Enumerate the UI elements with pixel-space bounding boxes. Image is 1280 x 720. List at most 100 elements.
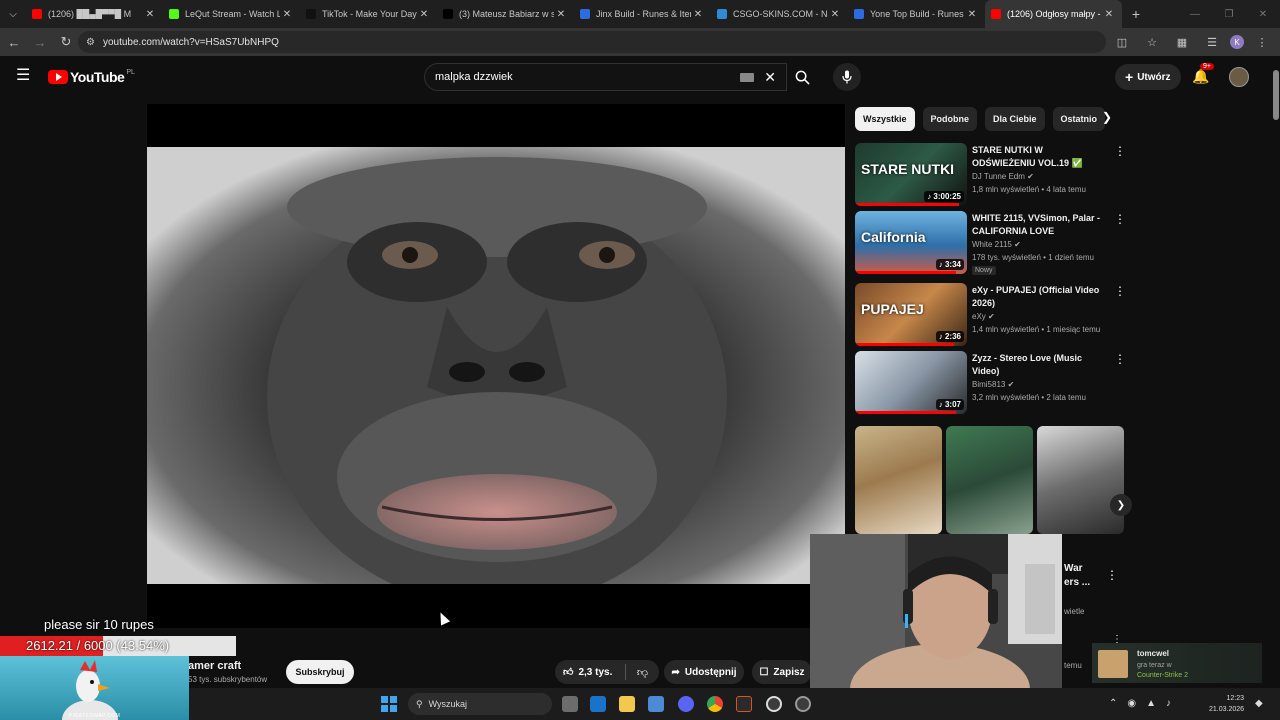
video-player[interactable] [147, 104, 845, 628]
reload-icon[interactable]: ↻ [54, 30, 78, 54]
forward-icon[interactable]: → [28, 30, 52, 54]
like-button[interactable]: 👍︎ 2,3 tys. [555, 666, 625, 679]
more-actions-icon[interactable]: ⋮ [1114, 284, 1126, 298]
menu-icon[interactable]: ☰ [16, 68, 32, 84]
more-actions-icon[interactable]: ⋮ [1106, 568, 1118, 582]
file-explorer-icon[interactable] [619, 696, 635, 712]
tab-close-icon[interactable]: ✕ [1102, 9, 1116, 20]
account-avatar[interactable] [1229, 67, 1249, 87]
recommended-video[interactable]: PUPAJEJ ♪ 2:36 eXy - PUPAJEJ (Official Vid… [855, 283, 1126, 347]
browser-tab[interactable]: (1206) Odgłosy małpy - Y ✕ [985, 0, 1122, 28]
notifications-button[interactable]: 🔔 9+ [1192, 63, 1214, 86]
video-channel[interactable]: DJ Tunne Edm ✔ [972, 172, 1034, 181]
more-actions-icon[interactable]: ⋮ [1114, 144, 1126, 158]
network-icon[interactable]: ◉ [1127, 698, 1136, 709]
chips-next-icon[interactable]: ❯ [1098, 110, 1116, 128]
speaker-icon[interactable]: ♪ [1166, 698, 1171, 709]
browser-tab[interactable]: (3) Mateusz Babiarz w ser ✕ [437, 0, 574, 28]
browser-tab[interactable]: TikTok - Make Your Day ✕ [300, 0, 437, 28]
partial-video-title[interactable]: War ers ... [1064, 562, 1090, 590]
browser-tab[interactable]: (1206) ██▄█▀▀█ M ✕ [26, 0, 163, 28]
chrome-icon[interactable] [707, 696, 723, 712]
store-icon[interactable] [648, 696, 664, 712]
youtube-logo[interactable]: YouTube PL [48, 69, 135, 85]
dislike-button[interactable]: 👎︎ [626, 666, 659, 679]
tab-close-icon[interactable]: ✕ [417, 9, 431, 20]
subscribe-button[interactable]: Subskrybuj [286, 660, 354, 684]
scrollbar-thumb[interactable] [1273, 70, 1279, 120]
search-input[interactable]: malpka dzzwiek [435, 71, 740, 83]
tab-close-icon[interactable]: ✕ [828, 9, 842, 20]
back-icon[interactable]: ← [2, 30, 26, 54]
page-scrollbar[interactable] [1272, 56, 1280, 688]
browser-menu-icon[interactable]: ⋮ [1250, 31, 1274, 53]
video-thumbnail[interactable]: ♪ 3:07 [855, 351, 967, 414]
notification-center-icon[interactable]: ◆ [1255, 698, 1263, 709]
address-bar[interactable]: ⚙ youtube.com/watch?v=HSaS7UbNHPQ [78, 31, 1106, 53]
share-button[interactable]: ➦ Udostępnij [664, 660, 744, 684]
restore-icon[interactable]: ❐ [1212, 0, 1246, 28]
discord-icon[interactable] [678, 696, 694, 712]
more-actions-icon[interactable]: ⋮ [1114, 212, 1126, 226]
tab-close-icon[interactable]: ✕ [691, 9, 705, 20]
recommended-video[interactable]: ♪ 3:07 Zyzz - Stereo Love (Music Video) Bi… [855, 351, 1126, 415]
tab-close-icon[interactable]: ✕ [554, 9, 568, 20]
create-button[interactable]: + Utwórz [1115, 64, 1181, 90]
windows-start-icon[interactable] [381, 696, 397, 712]
tab-close-icon[interactable]: ✕ [965, 9, 979, 20]
site-info-icon[interactable]: ⚙ [86, 37, 95, 48]
short-thumbnail[interactable] [946, 426, 1033, 534]
obs-icon[interactable] [795, 696, 811, 712]
new-tab-button[interactable]: + [1126, 0, 1146, 28]
short-thumbnail[interactable] [855, 426, 942, 534]
close-window-icon[interactable]: ✕ [1246, 0, 1280, 28]
filter-chip[interactable]: Podobne [922, 107, 978, 131]
minimize-icon[interactable]: — [1178, 0, 1212, 28]
search-box[interactable]: malpka dzzwiek ✕ [424, 63, 787, 91]
video-channel[interactable]: eXy ✔ [972, 312, 995, 321]
channel-name[interactable]: amer craft [188, 660, 241, 672]
video-title[interactable]: Zyzz - Stereo Love (Music Video) [972, 352, 1108, 378]
filter-chip[interactable]: Dla Ciebie [985, 107, 1045, 131]
recommended-video[interactable]: California ♪ 3:34 WHITE 2115, VVSimon, Pal… [855, 211, 1126, 275]
tray-overflow-icon[interactable]: ⌃ [1109, 698, 1117, 709]
taskbar-search[interactable]: ⚲ Wyszukaj [408, 693, 552, 715]
more-actions-icon[interactable]: ⋮ [1114, 352, 1126, 366]
short-thumbnail[interactable] [1037, 426, 1124, 534]
video-title[interactable]: WHITE 2115, VVSimon, Palar - CALIFORNIA … [972, 212, 1108, 238]
tab-close-icon[interactable]: ✕ [280, 9, 294, 20]
steam-friend-notification[interactable]: tomcwel gra teraz w Counter-Strike 2 [1092, 643, 1262, 683]
video-thumbnail[interactable]: STARE NUTKI ♪ 3:00:25 [855, 143, 967, 206]
taskbar-clock[interactable]: 12:23 21.03.2026 [1209, 693, 1244, 715]
clear-search-icon[interactable]: ✕ [764, 69, 776, 86]
video-thumbnail[interactable]: California ♪ 3:34 [855, 211, 967, 274]
tab-close-icon[interactable]: ✕ [143, 9, 157, 20]
video-channel[interactable]: White 2115 ✔ [972, 240, 1021, 249]
app-icon[interactable] [736, 696, 752, 712]
video-title[interactable]: eXy - PUPAJEJ (Official Video 2026) [972, 284, 1108, 310]
video-title[interactable]: STARE NUTKI W ODŚWIEŻENIU VOL.19 ✅ NAJLE… [972, 144, 1108, 170]
shorts-next-icon[interactable]: ❯ [1110, 494, 1132, 516]
outlook-icon[interactable] [590, 696, 606, 712]
browser-tab[interactable]: CSGO-SKINS.COM - Najle✕ [711, 0, 848, 28]
browser-tab[interactable]: Yone Top Build - Runes & ✕ [848, 0, 985, 28]
keyboard-icon[interactable] [740, 72, 755, 82]
voice-search-button[interactable] [833, 63, 861, 91]
profile-avatar[interactable]: K [1230, 35, 1244, 49]
video-thumbnail[interactable]: PUPAJEJ ♪ 2:36 [855, 283, 967, 346]
media-control-icon[interactable]: ☰ [1200, 31, 1224, 53]
recommended-video[interactable]: STARE NUTKI ♪ 3:00:25 STARE NUTKI W ODŚWIE… [855, 143, 1126, 207]
filter-chip[interactable]: Wszystkie [855, 107, 915, 131]
extensions-icon[interactable]: ▦ [1170, 31, 1194, 53]
task-view-icon[interactable] [562, 696, 578, 712]
save-button[interactable]: ☐ Zapisz [752, 660, 812, 684]
bookmark-star-icon[interactable]: ☆ [1140, 31, 1164, 53]
tab-search-icon[interactable]: ⌵ [0, 0, 26, 28]
microphone-tray-icon[interactable]: ▲ [1146, 698, 1156, 709]
search-button[interactable] [787, 63, 817, 91]
browser-tab[interactable]: LeQut Stream - Watch Liv ✕ [163, 0, 300, 28]
obs-icon[interactable] [766, 696, 782, 712]
video-channel[interactable]: Bimi5813 ✔ [972, 380, 1014, 389]
install-app-icon[interactable]: ◫ [1110, 31, 1134, 53]
browser-tab[interactable]: Jinx Build - Runes & Item ✕ [574, 0, 711, 28]
